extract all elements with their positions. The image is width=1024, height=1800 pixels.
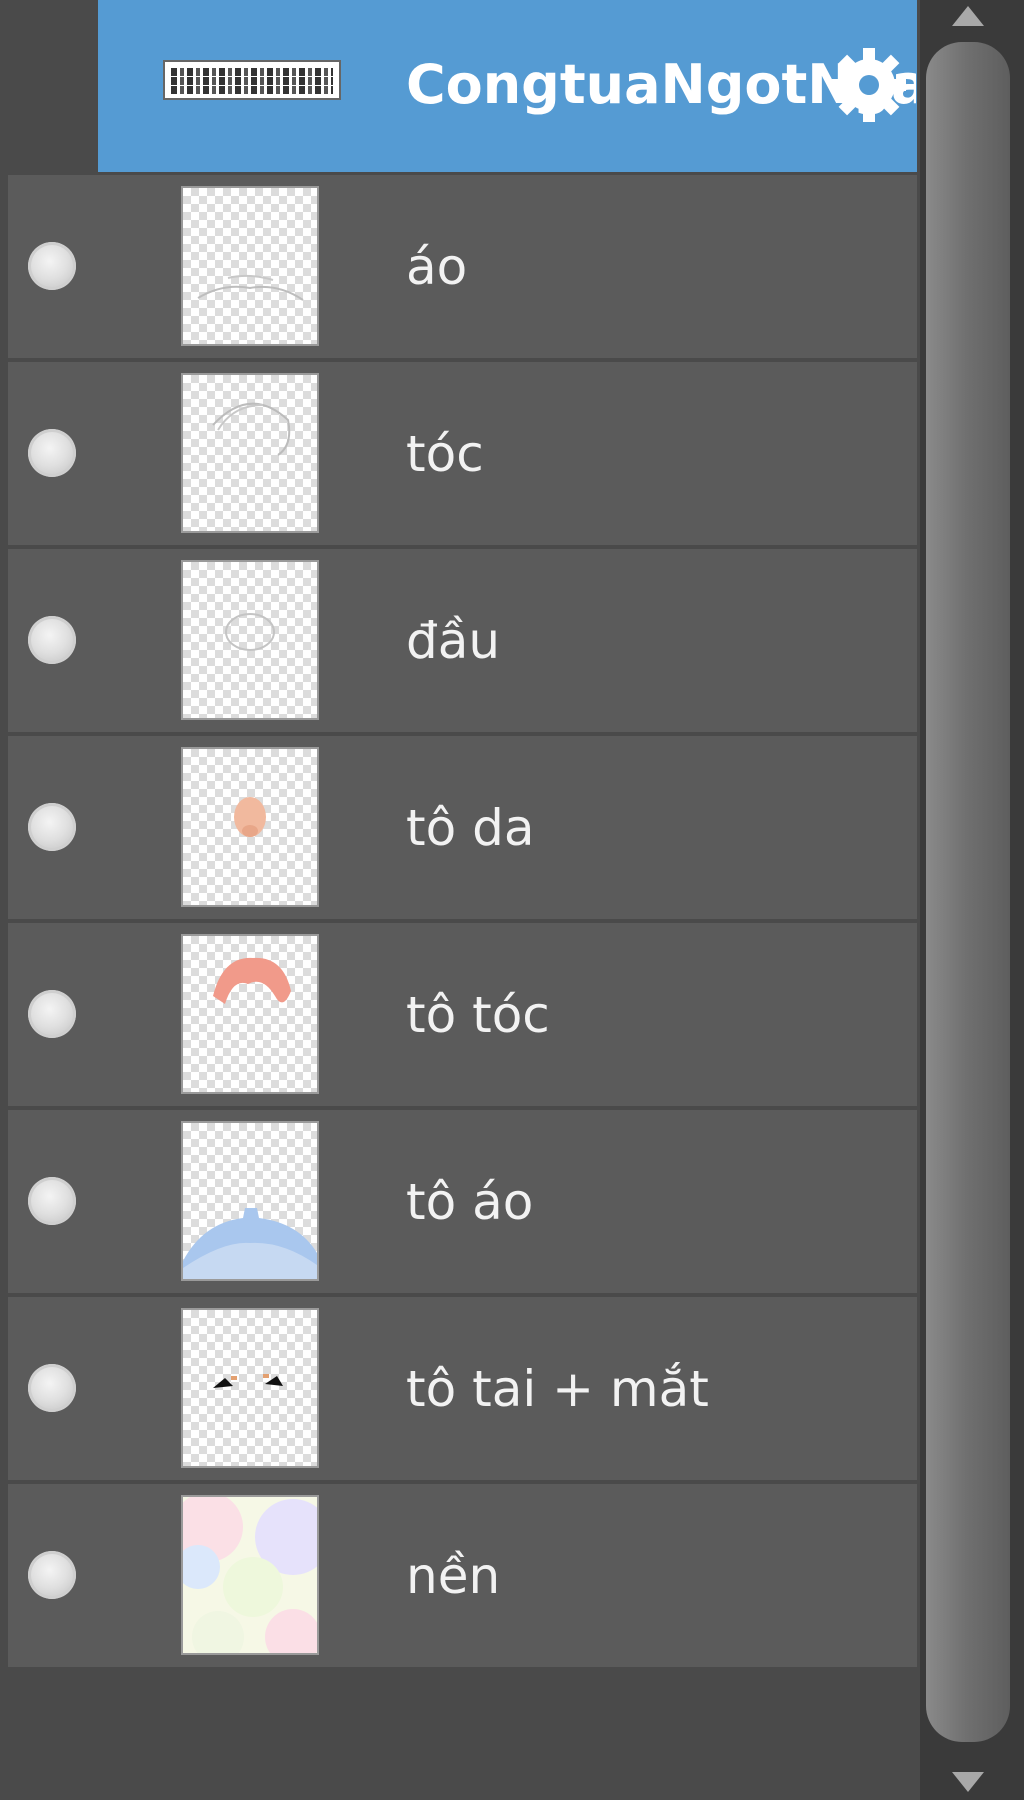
visibility-column (8, 1110, 98, 1293)
layer-row-selected[interactable]: CongtuaNgotNga (8, 0, 917, 172)
visibility-column (8, 923, 98, 1106)
layer-thumbnail (181, 1308, 319, 1468)
layer-thumbnail (181, 1121, 319, 1281)
layer-row[interactable]: đầu (8, 549, 917, 732)
visibility-toggle[interactable] (28, 242, 76, 290)
arrow-down-icon[interactable] (920, 1760, 1024, 1800)
layer-name: tóc (406, 425, 484, 483)
visibility-column (8, 362, 98, 545)
layer-thumbnail (181, 560, 319, 720)
visibility-column (8, 1297, 98, 1480)
layer-name: tô tóc (406, 986, 550, 1044)
gear-icon[interactable] (828, 44, 910, 126)
visibility-column (8, 549, 98, 732)
visibility-toggle[interactable] (28, 1551, 76, 1599)
layer-row[interactable]: áo (8, 175, 917, 358)
layer-thumbnail (181, 373, 319, 533)
layer-row[interactable]: tóc (8, 362, 917, 545)
layer-name: tô da (406, 799, 535, 857)
layers-panel: CongtuaNgotNga áo tóc đầu tô da tô tóc t… (0, 0, 1024, 1800)
layer-list: CongtuaNgotNga áo tóc đầu tô da tô tóc t… (8, 0, 917, 1667)
layer-name: tô áo (406, 1173, 534, 1231)
visibility-toggle[interactable] (28, 616, 76, 664)
visibility-toggle[interactable] (28, 990, 76, 1038)
visibility-toggle[interactable] (28, 429, 76, 477)
arrow-up-icon[interactable] (920, 0, 1024, 40)
scroll-thumb[interactable] (926, 42, 1010, 1742)
scrollbar[interactable] (920, 0, 1024, 1800)
layer-name: đầu (406, 612, 501, 670)
layer-thumbnail (181, 186, 319, 346)
layer-thumbnail (181, 747, 319, 907)
layer-name: tô tai + mắt (406, 1360, 709, 1418)
layer-thumbnail (163, 60, 341, 100)
layer-row[interactable]: nền (8, 1484, 917, 1667)
visibility-toggle[interactable] (28, 1364, 76, 1412)
layer-row[interactable]: tô áo (8, 1110, 917, 1293)
visibility-column (8, 175, 98, 358)
layer-row[interactable]: tô tóc (8, 923, 917, 1106)
visibility-column (8, 736, 98, 919)
layer-thumbnail (181, 1495, 319, 1655)
layer-thumbnail (181, 934, 319, 1094)
visibility-toggle[interactable] (28, 1177, 76, 1225)
layer-name: nền (406, 1547, 501, 1605)
visibility-toggle[interactable] (28, 803, 76, 851)
layer-row[interactable]: tô tai + mắt (8, 1297, 917, 1480)
layer-row[interactable]: tô da (8, 736, 917, 919)
layer-name: áo (406, 238, 468, 296)
visibility-column (8, 1484, 98, 1667)
